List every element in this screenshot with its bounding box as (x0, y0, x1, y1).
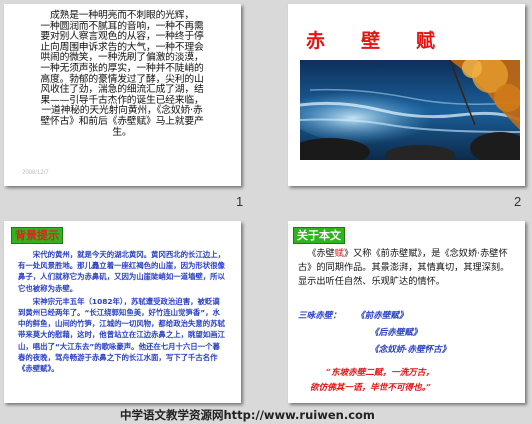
poem-line: 一种无须声张的厚实，一种并不陡峭的 (40, 62, 204, 74)
background-paragraph: 宋神宗元丰五年（1082年），苏轼遭受政治迫害，被贬谪到黄州已经两年了。“长江绕… (18, 296, 225, 374)
quote-line: “东坡赤壁二赋，一洗万古， (326, 368, 435, 378)
slide-date: 2008/12/7 (22, 170, 49, 176)
about-tag: 关于本文 (293, 227, 345, 244)
slide-4-thumbnail[interactable]: 关于本文 《赤壁赋》又称《前赤壁赋》，是《念奴娇·赤壁怀古》的同期作品。其景澎湃… (288, 221, 525, 403)
background-text: 宋代的黄州，就是今天的湖北黄冈。黄冈西北的长江边上，有一处风景胜地。那儿矗立着一… (18, 249, 226, 376)
work-title: 《前赤壁赋》 (356, 311, 408, 321)
about-text-highlight: 赋 (334, 248, 344, 259)
background-paragraph: 宋代的黄州，就是今天的湖北黄冈。黄冈西北的长江边上，有一处风景胜地。那儿矗立着一… (18, 250, 225, 293)
slide-2-thumbnail[interactable]: 赤壁赋 (288, 4, 525, 186)
poem-line: 成熟是一种明亮而不刺眼的光辉， (50, 10, 194, 21)
poem-text: 成熟是一种明亮而不刺眼的光辉， 一种圆润而不腻耳的音响，一种不再需 要对别人察言… (22, 10, 222, 138)
background-tag: 背景提示 (11, 227, 63, 244)
slide-number: 2 (514, 194, 522, 209)
quote-line: 欲仿佛其一语，毕世不可得也。” (310, 383, 431, 393)
works-label: 三咏赤壁： (298, 311, 341, 321)
work-title: 《念奴娇·赤壁怀古》 (370, 345, 451, 355)
about-text-part: 《赤壁 (307, 248, 335, 259)
river-rocks-autumn-photo (300, 60, 520, 160)
slide-3-thumbnail[interactable]: 背景提示 宋代的黄州，就是今天的湖北黄冈。黄冈西北的长江边上，有一处风景胜地。那… (4, 221, 241, 403)
slide-title: 赤壁赋 (306, 30, 472, 52)
poem-line: 壁怀古》和前后《赤壁赋》马上就要产 (40, 115, 204, 127)
slide-number: 1 (236, 194, 244, 209)
site-footer: 中学语文教学资源网http://www.ruiwen.com (120, 408, 375, 422)
about-text: 《赤壁赋》又称《前赤壁赋》，是《念奴娇·赤壁怀古》的同期作品。其景澎湃，其情真切… (298, 247, 516, 289)
poem-line: 生。 (112, 126, 132, 138)
work-title: 《后赤壁赋》 (370, 328, 422, 338)
slide-1-thumbnail[interactable]: 成熟是一种明亮而不刺眼的光辉， 一种圆润而不腻耳的音响，一种不再需 要对别人察言… (4, 4, 241, 186)
